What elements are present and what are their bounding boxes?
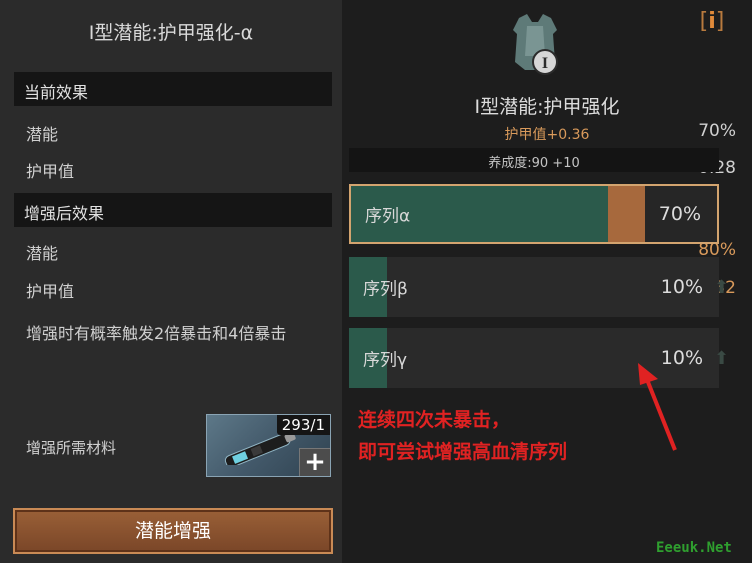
info-icon[interactable]: [i]	[692, 10, 732, 36]
cultivation-text: 养成度:90 +10	[488, 156, 580, 171]
sequence-alpha-gain	[608, 186, 645, 242]
sequence-alpha[interactable]: 序列α 70%	[349, 184, 719, 244]
current-potential-label: 潜能	[26, 125, 59, 144]
sequence-beta-label: 序列β	[363, 279, 408, 300]
sequence-beta[interactable]: 序列β 10%	[349, 257, 719, 317]
material-count: 293/1	[276, 415, 330, 435]
material-slot[interactable]: 293/1 +	[206, 414, 331, 477]
add-material-button[interactable]: +	[299, 448, 330, 476]
after-armor-label: 护甲值	[26, 282, 75, 301]
annotation-arrow-icon	[638, 363, 677, 451]
svg-text:I: I	[542, 55, 548, 72]
watermark: Eeeuk.Net	[656, 540, 732, 556]
panel-title: Ⅰ型潜能:护甲强化-α	[88, 22, 254, 44]
enhance-button[interactable]: 潜能增强	[13, 508, 333, 554]
annotation-line-1: 连续四次未暴击，	[358, 409, 511, 431]
potential-title: Ⅰ型潜能:护甲强化	[474, 96, 620, 118]
armor-bonus: 护甲值+0.36	[504, 127, 590, 143]
current-effect-label: 当前效果	[24, 83, 89, 102]
armor-icon: I	[513, 14, 558, 75]
after-potential-label: 潜能	[26, 244, 59, 263]
arrow-up-icon: ⬆	[714, 348, 730, 369]
sequence-gamma-label: 序列γ	[363, 350, 408, 371]
serum-vial-icon	[224, 432, 296, 465]
arrow-up-icon: ⬆	[714, 277, 730, 298]
sequence-alpha-label: 序列α	[365, 206, 411, 227]
current-effect-header: 当前效果	[14, 72, 332, 106]
sequence-beta-value: 10%	[660, 276, 703, 298]
current-armor-label: 护甲值	[26, 162, 75, 181]
cultivation-bar: 养成度:90 +10	[349, 148, 719, 172]
crit-note: 增强时有概率触发2倍暴击和4倍暴击	[26, 324, 287, 343]
sequence-alpha-value: 70%	[658, 203, 701, 225]
after-effect-header: 增强后效果	[14, 193, 332, 227]
materials-label: 增强所需材料	[26, 439, 117, 457]
after-effect-label: 增强后效果	[24, 204, 105, 223]
annotation-line-2: 即可尝试增强高血清序列	[358, 441, 568, 463]
